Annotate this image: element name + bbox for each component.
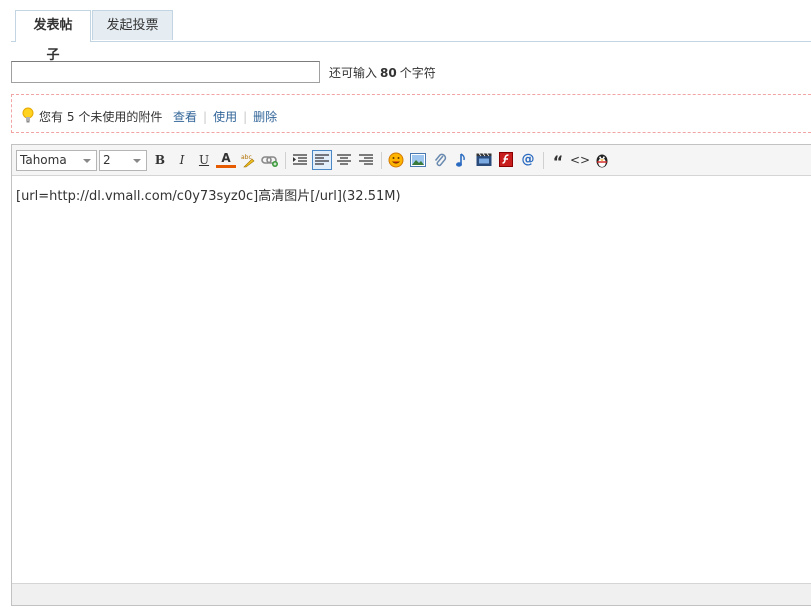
align-center-button[interactable] — [334, 150, 354, 170]
qq-button[interactable] — [592, 150, 612, 170]
editor-content[interactable]: [url=http://dl.vmall.com/c0y73syz0c]高清图片… — [16, 185, 401, 204]
image-icon — [410, 153, 426, 167]
video-icon — [476, 153, 492, 166]
align-right-icon — [359, 154, 373, 165]
delete-attachments-link[interactable]: 删除 — [253, 110, 277, 124]
notice-prefix: 您有 — [39, 110, 64, 124]
emoticon-button[interactable] — [386, 150, 406, 170]
editor-toolbar: Tahoma 2 B I U A abc @ “ <> — [12, 145, 811, 176]
align-left-icon — [315, 154, 329, 165]
smiley-icon — [388, 152, 404, 168]
char-count-prefix: 还可输入 — [329, 66, 378, 80]
attachment-count: 5 — [66, 110, 75, 124]
post-editor: Tahoma 2 B I U A abc @ “ <> [url=http://… — [11, 144, 811, 606]
highlight-button[interactable]: abc — [238, 150, 258, 170]
view-attachments-link[interactable]: 查看 — [173, 110, 197, 124]
align-right-button[interactable] — [356, 150, 376, 170]
insert-link-button[interactable] — [260, 150, 280, 170]
align-center-icon — [337, 154, 351, 165]
insert-flash-button[interactable] — [496, 150, 516, 170]
bold-button[interactable]: B — [150, 150, 170, 170]
code-button[interactable]: <> — [570, 150, 590, 170]
toolbar-separator — [381, 152, 382, 169]
unused-attachments-notice: 您有 5 个未使用的附件 查看 | 使用 | 删除 — [11, 94, 811, 133]
music-note-icon — [456, 153, 465, 167]
char-count-hint: 还可输入 80 个字符 — [329, 64, 436, 81]
font-family-select[interactable]: Tahoma — [16, 150, 97, 171]
italic-button[interactable]: I — [172, 150, 192, 170]
flash-icon — [499, 152, 513, 167]
attachment-notice-text: 您有 5 个未使用的附件 — [39, 108, 162, 125]
font-color-button[interactable]: A — [216, 150, 236, 168]
tab-new-poll[interactable]: 发起投票 — [92, 10, 173, 40]
post-title-input[interactable] — [11, 61, 320, 83]
font-size-value: 2 — [103, 153, 111, 167]
lightbulb-icon — [22, 107, 34, 123]
svg-text:abc: abc — [241, 154, 252, 161]
indent-icon — [293, 154, 307, 165]
link-separator: | — [243, 110, 248, 124]
font-size-select[interactable]: 2 — [99, 150, 147, 171]
quote-button[interactable]: “ — [548, 150, 568, 171]
post-type-tabs: 发表帖子 发起投票 — [11, 0, 811, 63]
editor-status-bar — [12, 583, 811, 605]
qq-penguin-icon — [596, 154, 608, 168]
attachment-button[interactable] — [430, 150, 450, 170]
indent-button[interactable] — [290, 150, 310, 170]
insert-audio-button[interactable] — [452, 150, 472, 170]
use-attachments-link[interactable]: 使用 — [213, 110, 237, 124]
highlighter-icon: abc — [241, 154, 255, 168]
toolbar-separator — [285, 152, 286, 169]
link-separator: | — [203, 110, 208, 124]
paperclip-icon — [434, 153, 447, 167]
chevron-down-icon — [83, 159, 91, 163]
align-left-button[interactable] — [312, 150, 332, 170]
font-family-value: Tahoma — [20, 153, 67, 167]
underline-button[interactable]: U — [194, 150, 214, 170]
link-icon — [261, 156, 278, 167]
char-count-suffix: 个字符 — [399, 66, 436, 80]
insert-video-button[interactable] — [474, 150, 494, 170]
attachment-actions: 查看 | 使用 | 删除 — [173, 108, 277, 125]
mention-button[interactable]: @ — [518, 150, 538, 170]
notice-suffix: 个未使用的附件 — [78, 110, 163, 124]
tab-new-post[interactable]: 发表帖子 — [15, 10, 91, 63]
insert-image-button[interactable] — [408, 150, 428, 170]
char-count-number: 80 — [380, 66, 397, 80]
chevron-down-icon — [133, 159, 141, 163]
toolbar-separator — [543, 152, 544, 169]
